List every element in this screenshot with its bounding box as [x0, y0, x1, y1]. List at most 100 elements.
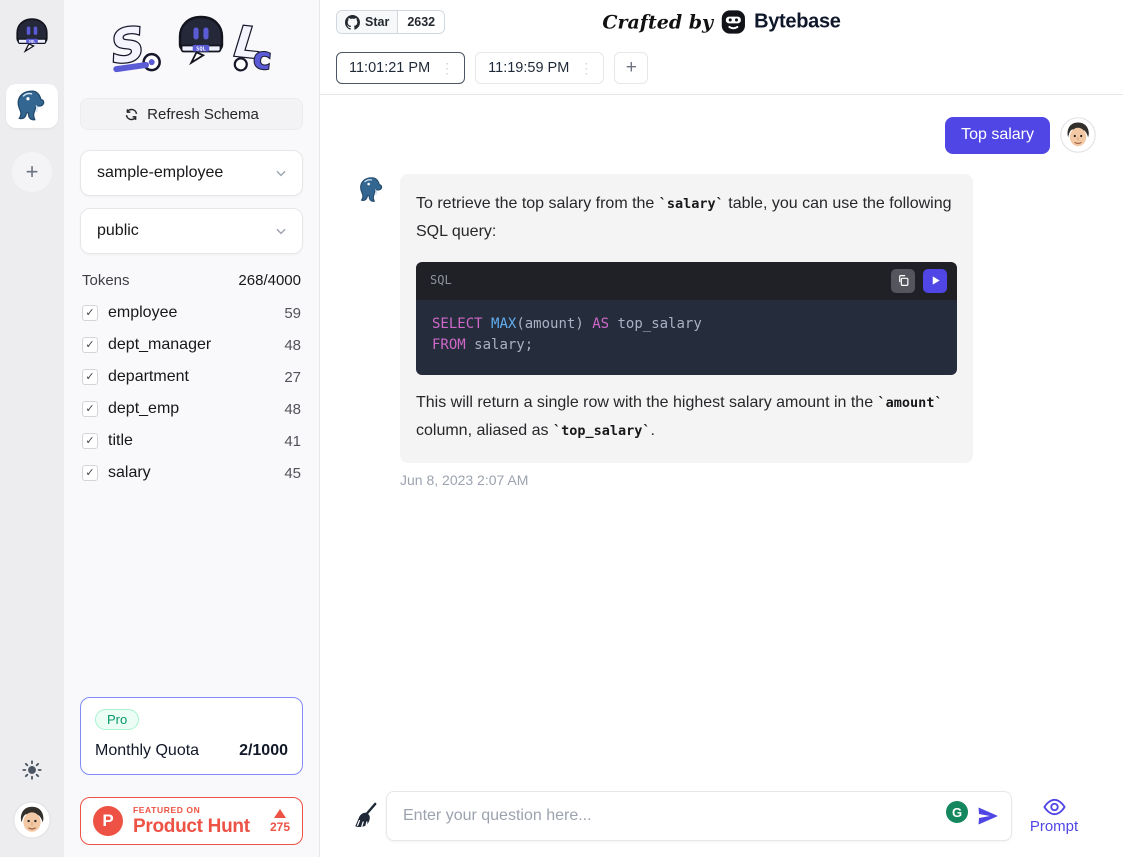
code-language-label: SQL	[430, 270, 452, 291]
clear-conversation-broom-icon[interactable]	[352, 802, 378, 830]
conversation-tab[interactable]: 11:01:21 PM ⋮	[336, 52, 465, 84]
prompt-button-label: Prompt	[1030, 818, 1078, 835]
table-token-count: 27	[284, 369, 301, 386]
assistant-message-bubble: To retrieve the top salary from the `sal…	[400, 174, 973, 463]
table-list-item[interactable]: ✓ dept_manager 48	[80, 329, 303, 361]
theme-toggle-sun-icon[interactable]	[21, 759, 43, 781]
table-checkbox[interactable]: ✓	[82, 337, 98, 353]
tab-menu-kebab-icon[interactable]: ⋮	[438, 60, 456, 77]
postgresql-icon	[15, 89, 49, 123]
bytebase-logo-icon	[721, 10, 746, 35]
table-token-count: 45	[284, 465, 301, 482]
svg-text:c: c	[251, 41, 272, 78]
eye-icon	[1043, 797, 1066, 817]
table-checkbox[interactable]: ✓	[82, 369, 98, 385]
user-message-row: Top salary	[320, 117, 1096, 154]
assistant-message-row: To retrieve the top salary from the `sal…	[358, 174, 1123, 463]
assistant-outro-text: This will return a single row with the h…	[416, 389, 957, 445]
add-connection-button[interactable]: +	[12, 152, 52, 192]
question-input[interactable]	[386, 791, 1012, 841]
composer: G Prompt	[320, 791, 1123, 857]
chevron-down-icon	[274, 224, 288, 238]
copy-code-button[interactable]	[891, 269, 915, 293]
chat-main: Star 2632 Crafted by Bytebase 11:01:21 P…	[320, 0, 1123, 857]
connection-rail: +	[0, 0, 64, 857]
github-icon	[345, 15, 360, 30]
tokens-label: Tokens	[82, 272, 130, 289]
tab-menu-kebab-icon[interactable]: ⋮	[577, 60, 595, 77]
crafted-by-label: Crafted by	[602, 11, 713, 33]
user-avatar	[1060, 117, 1096, 153]
schema-sidebar: S L c Refresh Schema	[64, 0, 320, 857]
table-token-count: 48	[284, 401, 301, 418]
grammarly-icon[interactable]: G	[946, 801, 968, 823]
new-conversation-button[interactable]: +	[614, 52, 648, 84]
table-checkbox[interactable]: ✓	[82, 433, 98, 449]
table-list-item[interactable]: ✓ dept_emp 48	[80, 393, 303, 425]
product-hunt-icon: P	[93, 806, 123, 836]
tokens-value: 268/4000	[238, 272, 301, 289]
chevron-down-icon	[274, 166, 288, 180]
message-timestamp: Jun 8, 2023 2:07 AM	[400, 472, 1123, 488]
tokens-summary: Tokens 268/4000	[80, 272, 303, 289]
bytebase-brand-name: Bytebase	[754, 11, 841, 34]
plus-icon: +	[626, 57, 637, 79]
ph-name-label: Product Hunt	[133, 816, 260, 838]
crafted-by-brand[interactable]: Crafted by Bytebase	[602, 10, 840, 35]
prompt-button[interactable]: Prompt	[1026, 797, 1082, 835]
sql-code[interactable]: SELECT MAX(amount) AS top_salary FROM sa…	[416, 300, 957, 375]
ph-vote-count: 275	[270, 820, 290, 834]
plus-icon: +	[26, 159, 39, 185]
sidebar-spacer	[80, 489, 303, 697]
sql-code-block: SQL	[416, 262, 957, 375]
main-header: Star 2632 Crafted by Bytebase	[320, 0, 1123, 44]
sqlchat-bot-icon[interactable]	[13, 16, 51, 56]
send-button[interactable]	[976, 804, 1000, 828]
table-checkbox[interactable]: ✓	[82, 305, 98, 321]
schema-select[interactable]: public	[80, 208, 303, 254]
github-star-label: Star	[365, 15, 389, 29]
sqlchat-logo: S L c	[80, 6, 303, 82]
message-list: Top salary To retrieve the top salary fr…	[320, 95, 1123, 791]
connection-item-postgres[interactable]	[6, 84, 58, 128]
database-select-value: sample-employee	[97, 164, 223, 182]
database-select[interactable]: sample-employee	[80, 150, 303, 196]
conversation-tab-label: 11:19:59 PM	[488, 60, 569, 76]
conversation-tab-label: 11:01:21 PM	[349, 60, 430, 76]
table-name: dept_manager	[108, 336, 274, 354]
assistant-intro-text: To retrieve the top salary from the `sal…	[416, 190, 957, 246]
table-list-item[interactable]: ✓ employee 59	[80, 297, 303, 329]
conversation-tab[interactable]: 11:19:59 PM ⋮	[475, 52, 604, 84]
table-name: salary	[108, 464, 274, 482]
conversation-tab-bar: 11:01:21 PM ⋮ 11:19:59 PM ⋮ +	[320, 44, 1123, 94]
table-name: dept_emp	[108, 400, 274, 418]
table-checkbox[interactable]: ✓	[82, 465, 98, 481]
table-name: title	[108, 432, 274, 450]
refresh-icon	[124, 107, 139, 122]
refresh-schema-button[interactable]: Refresh Schema	[80, 98, 303, 130]
user-message-bubble: Top salary	[945, 117, 1050, 154]
schema-select-value: public	[97, 222, 139, 240]
assistant-postgres-avatar	[358, 176, 386, 204]
copy-icon	[897, 274, 910, 287]
table-name: department	[108, 368, 274, 386]
table-token-count: 59	[284, 305, 301, 322]
github-star-button[interactable]: Star 2632	[336, 10, 445, 34]
play-icon	[930, 275, 941, 286]
quota-label: Monthly Quota	[95, 742, 199, 760]
sql-chat-app: + S L	[0, 0, 1123, 857]
quota-value: 2/1000	[239, 742, 288, 760]
table-token-count: 41	[284, 433, 301, 450]
table-list-item[interactable]: ✓ salary 45	[80, 457, 303, 489]
table-checkbox[interactable]: ✓	[82, 401, 98, 417]
table-token-count: 48	[284, 337, 301, 354]
run-query-button[interactable]	[923, 269, 947, 293]
quota-card: Pro Monthly Quota 2/1000	[80, 697, 303, 775]
account-avatar[interactable]	[13, 801, 51, 839]
table-list-item[interactable]: ✓ department 27	[80, 361, 303, 393]
refresh-schema-label: Refresh Schema	[147, 106, 259, 123]
table-list-item[interactable]: ✓ title 41	[80, 425, 303, 457]
product-hunt-badge[interactable]: P FEATURED ON Product Hunt 275	[80, 797, 303, 845]
github-star-count: 2632	[397, 11, 444, 33]
table-name: employee	[108, 304, 274, 322]
